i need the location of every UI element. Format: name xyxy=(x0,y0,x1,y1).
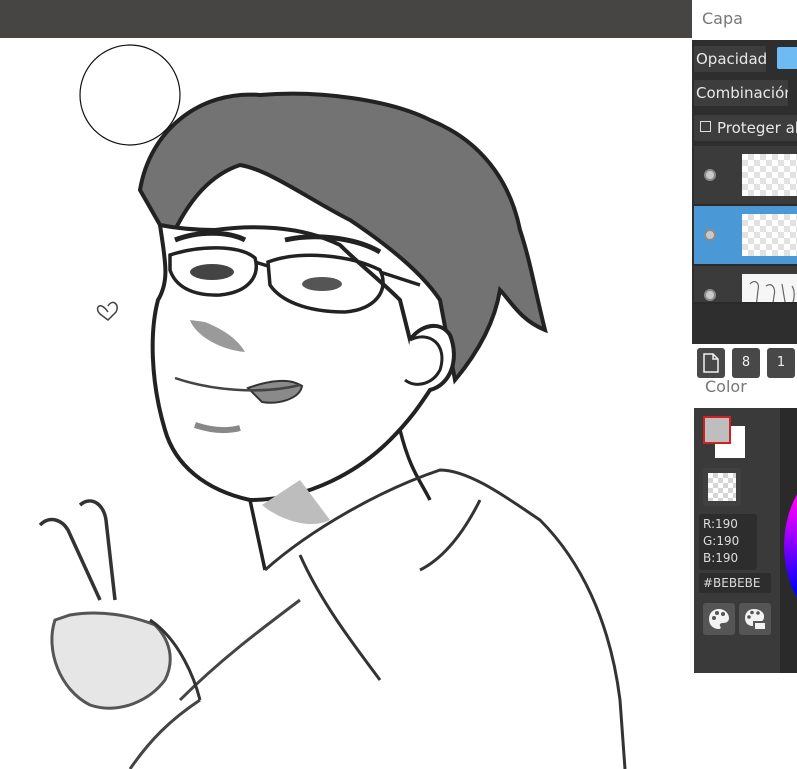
color-panel-title: Color xyxy=(705,377,747,396)
blue-value: B:190 xyxy=(703,551,739,565)
protect-alpha-toggle[interactable]: Proteger al xyxy=(694,115,797,141)
hex-value-field[interactable]: #BEBEBE xyxy=(699,573,771,593)
layer-panel-title: Capa xyxy=(702,9,743,28)
color-panel: R:190 G:190 B:190 #BEBEBE xyxy=(694,408,797,673)
visibility-eye-icon[interactable] xyxy=(704,289,716,301)
peace-fingers xyxy=(38,499,117,601)
transparent-checker-icon xyxy=(708,473,736,501)
sketch-thumbnail-icon xyxy=(749,280,795,302)
new-page-icon xyxy=(703,353,719,373)
palette-edit-button[interactable] xyxy=(739,603,771,635)
visibility-eye-icon[interactable] xyxy=(704,169,716,181)
brush-cursor xyxy=(79,44,181,146)
layer-1-label: 1 xyxy=(776,355,786,370)
hand xyxy=(50,611,172,710)
layer-thumbnail xyxy=(742,274,797,302)
layer-item-2[interactable] xyxy=(694,206,797,266)
artwork xyxy=(38,44,627,769)
top-toolbar xyxy=(0,0,692,38)
protect-alpha-checkbox[interactable] xyxy=(700,121,711,132)
layer-8-label: 8 xyxy=(741,355,751,370)
layer-item-1[interactable] xyxy=(694,146,797,206)
left-eye xyxy=(190,264,234,280)
palette-button[interactable] xyxy=(703,603,735,635)
red-value: R:190 xyxy=(703,517,738,531)
layer-thumbnail xyxy=(742,154,797,196)
opacity-label: Opacidad xyxy=(694,46,766,72)
foreground-color-swatch[interactable] xyxy=(703,416,731,444)
opacity-slider[interactable] xyxy=(777,47,797,69)
ear xyxy=(404,335,444,386)
drawing-canvas[interactable] xyxy=(0,38,692,769)
visibility-eye-icon[interactable] xyxy=(704,229,716,241)
layer-1-button[interactable]: 1 xyxy=(767,348,795,378)
green-value: G:190 xyxy=(703,534,740,548)
new-layer-button[interactable] xyxy=(697,348,725,378)
protect-alpha-label: Proteger al xyxy=(717,119,797,137)
transparent-color-button[interactable] xyxy=(703,468,741,506)
palette-edit-icon xyxy=(745,609,765,629)
rgb-readout: R:190 G:190 B:190 xyxy=(699,514,757,570)
layer-8-button[interactable]: 8 xyxy=(732,348,760,378)
palette-icon xyxy=(709,609,729,629)
layer-thumbnail xyxy=(742,214,797,256)
right-eye xyxy=(302,277,342,291)
right-panels: Capa Opacidad Combinación Proteger al 8 … xyxy=(692,0,797,769)
layer-item-3[interactable] xyxy=(694,266,797,304)
heart-doodle xyxy=(96,301,118,321)
layer-panel: Opacidad Combinación Proteger al 8 1 xyxy=(692,40,797,378)
blend-mode-selector[interactable]: Combinación xyxy=(694,80,788,106)
